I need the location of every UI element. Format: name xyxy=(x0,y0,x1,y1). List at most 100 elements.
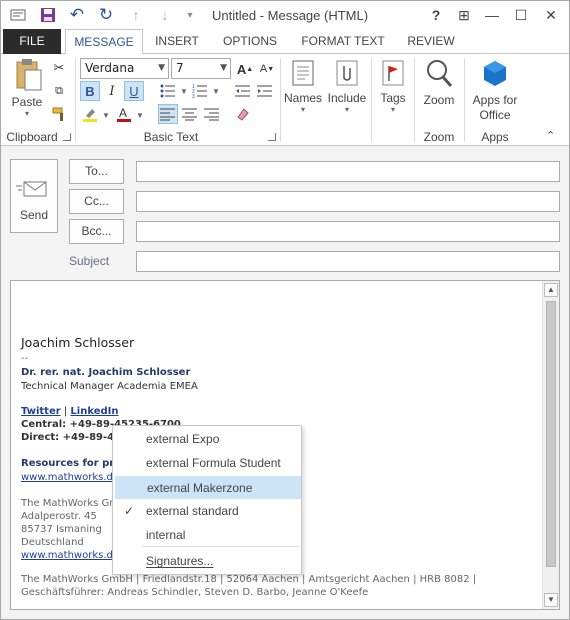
up-arrow-icon[interactable]: ↑ xyxy=(127,6,145,24)
italic-button[interactable]: I xyxy=(102,81,122,101)
copy-icon[interactable]: ⧉ xyxy=(49,81,69,101)
company-country: Deutschland xyxy=(21,537,84,548)
close-button[interactable]: ✕ xyxy=(540,5,562,25)
menu-item-external-makerzone[interactable]: external Makerzone xyxy=(115,476,301,499)
tab-format-text[interactable]: FORMAT TEXT xyxy=(295,29,391,54)
apps-group-label: Apps xyxy=(481,130,509,144)
grow-font-button[interactable]: A ▲ xyxy=(235,59,255,79)
bullets-icon[interactable] xyxy=(158,81,178,101)
undo-icon[interactable]: ↶ xyxy=(68,5,86,24)
to-button[interactable]: To... xyxy=(69,159,124,184)
align-left-icon[interactable] xyxy=(158,104,178,124)
include-button[interactable]: Include ▾ xyxy=(325,58,369,124)
decrease-indent-icon[interactable] xyxy=(233,81,253,101)
bullets-dropdown-icon[interactable]: ▼ xyxy=(180,87,188,96)
subject-field[interactable] xyxy=(136,251,560,272)
minimize-button[interactable]: — xyxy=(481,5,503,25)
basic-text-launcher-icon[interactable] xyxy=(268,133,276,141)
paste-button[interactable]: Paste ▾ xyxy=(7,58,47,124)
svg-text:A: A xyxy=(119,106,127,120)
shrink-caret-icon: ▼ xyxy=(267,65,275,73)
clear-formatting-icon[interactable] xyxy=(233,104,253,124)
menu-item-label: external standard xyxy=(146,504,239,518)
app-menu-icon[interactable] xyxy=(9,6,27,24)
body-scrollbar[interactable]: ▲ ▼ xyxy=(542,281,559,609)
bcc-field[interactable] xyxy=(136,221,560,242)
apps-for-office-button[interactable]: Apps for Office xyxy=(467,58,523,124)
tab-options[interactable]: OPTIONS xyxy=(215,29,285,54)
send-button[interactable]: Send xyxy=(10,159,58,233)
font-color-dropdown-icon[interactable]: ▼ xyxy=(136,111,144,120)
paperclip-icon xyxy=(336,60,358,86)
align-center-icon[interactable] xyxy=(180,104,200,124)
names-dropdown-caret: ▾ xyxy=(300,105,305,114)
mathworks-url-2[interactable]: www.mathworks.de xyxy=(21,550,119,561)
menu-item-external-expo[interactable]: external Expo xyxy=(115,428,301,451)
font-color-icon[interactable]: A xyxy=(114,104,134,124)
font-name-dropdown-icon[interactable]: ▼ xyxy=(158,59,165,78)
increase-indent-icon[interactable] xyxy=(255,81,275,101)
scroll-down-icon[interactable]: ▼ xyxy=(544,593,558,607)
help-button[interactable]: ? xyxy=(425,5,447,25)
collapse-ribbon-icon[interactable]: ⌃ xyxy=(546,129,555,142)
cc-field[interactable] xyxy=(136,191,560,212)
tab-review[interactable]: REVIEW xyxy=(399,29,463,54)
window-title: Untitled - Message (HTML) xyxy=(212,8,369,23)
message-window: ↶ ↻ ↑ ↓ ▾ Untitled - Message (HTML) ? ⊞ … xyxy=(0,0,570,620)
include-label: Include xyxy=(327,91,367,105)
format-painter-icon[interactable] xyxy=(49,104,69,124)
font-size-dropdown-icon[interactable]: ▼ xyxy=(220,59,227,78)
menu-separator xyxy=(143,546,299,547)
highlight-color-icon[interactable] xyxy=(80,104,100,124)
tab-file[interactable]: FILE xyxy=(3,29,61,54)
send-envelope-icon xyxy=(16,181,47,197)
menu-item-external-standard[interactable]: ✓ external standard xyxy=(115,500,301,523)
numbering-dropdown-icon[interactable]: ▼ xyxy=(212,87,220,96)
scroll-up-icon[interactable]: ▲ xyxy=(544,283,558,297)
save-icon[interactable] xyxy=(39,6,57,24)
signature-menu: external Expo external Formula Student e… xyxy=(112,425,302,575)
maximize-button[interactable]: ☐ xyxy=(510,5,532,25)
mathworks-url-1[interactable]: www.mathworks.de xyxy=(21,472,119,483)
tags-button[interactable]: Tags ▾ xyxy=(374,58,412,124)
ribbon-display-button[interactable]: ⊞ xyxy=(453,5,475,25)
send-label: Send xyxy=(19,208,49,222)
office-apps-icon xyxy=(484,61,506,86)
underline-button[interactable]: U xyxy=(124,81,144,101)
linkedin-link[interactable]: LinkedIn xyxy=(70,406,118,417)
font-name-combo[interactable]: Verdana ▼ xyxy=(80,58,169,79)
cut-icon[interactable]: ✂ xyxy=(49,58,69,78)
paste-label: Paste xyxy=(11,95,43,109)
down-arrow-icon[interactable]: ↓ xyxy=(156,6,174,24)
align-right-icon[interactable] xyxy=(202,104,222,124)
names-button[interactable]: Names ▾ xyxy=(283,58,323,124)
bold-button[interactable]: B xyxy=(80,81,100,101)
apps-label-line2: Office xyxy=(479,108,511,122)
shrink-font-button[interactable]: A ▼ xyxy=(257,59,277,79)
scroll-thumb[interactable] xyxy=(546,301,556,567)
footer-line-1: The MathWorks GmbH | Friedlandstr.18 | 5… xyxy=(21,574,477,585)
signature-position: Technical Manager Academia EMEA xyxy=(21,381,198,392)
ribbon: Paste ▾ ✂ ⧉ Clipboard Verdana ▼ 7 ▼ A ▲ A… xyxy=(1,54,569,146)
redo-icon[interactable]: ↻ xyxy=(97,5,115,24)
menu-item-signatures[interactable]: Signatures... xyxy=(115,550,301,573)
highlight-dropdown-icon[interactable]: ▼ xyxy=(102,111,110,120)
tags-label: Tags xyxy=(380,91,406,105)
clipboard-launcher-icon[interactable] xyxy=(63,133,71,141)
apps-label-line1: Apps for xyxy=(472,93,518,107)
zoom-button[interactable]: Zoom xyxy=(417,58,461,124)
footer-line-2: Geschäftsführer: Andreas Schindler, Stev… xyxy=(21,587,369,598)
tab-insert[interactable]: INSERT xyxy=(149,29,205,54)
numbering-icon[interactable]: 123 xyxy=(190,81,210,101)
cc-button[interactable]: Cc... xyxy=(69,189,124,214)
bcc-button[interactable]: Bcc... xyxy=(69,219,124,244)
menu-item-external-formula-student[interactable]: external Formula Student xyxy=(115,452,301,475)
font-size-combo[interactable]: 7 ▼ xyxy=(171,58,231,79)
tab-message[interactable]: MESSAGE xyxy=(65,29,143,55)
to-field[interactable] xyxy=(136,161,560,182)
twitter-link[interactable]: Twitter xyxy=(21,406,61,417)
social-links: Twitter | LinkedIn xyxy=(21,406,119,417)
customize-toolbar-icon[interactable]: ▾ xyxy=(181,6,199,24)
menu-item-label: external Makerzone xyxy=(147,481,253,495)
menu-item-internal[interactable]: internal xyxy=(115,524,301,547)
